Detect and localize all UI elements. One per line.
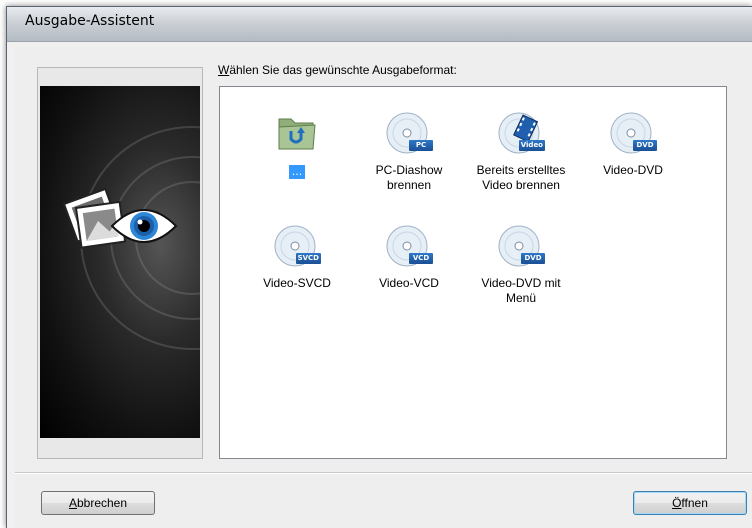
disc-film-icon: Video [497, 109, 545, 157]
open-button[interactable]: Öffnen [633, 491, 747, 515]
disc-icon: DVD [609, 109, 657, 157]
badge-video: Video [518, 140, 545, 151]
cancel-button[interactable]: Abbrechen [41, 491, 155, 515]
disc-icon: SVCD [273, 222, 321, 270]
badge-dvd: DVD [521, 253, 545, 264]
dialog-client-area: Wählen Sie das gewünschte Ausgabeformat:… [15, 47, 752, 528]
format-list[interactable]: ... PC PC-Diashow brennen Video Bereits … [219, 86, 727, 459]
disc-icon: DVD [497, 222, 545, 270]
badge-pc: PC [409, 140, 433, 151]
list-item-parent-folder[interactable]: ... [241, 109, 353, 179]
folder-up-icon [273, 109, 321, 157]
format-prompt-label: Wählen Sie das gewünschte Ausgabeformat: [218, 63, 457, 77]
list-item-label: Video-DVD [603, 163, 663, 177]
list-item-video-vcd[interactable]: VCD Video-VCD [353, 222, 465, 291]
list-item-video-svcd[interactable]: SVCD Video-SVCD [241, 222, 353, 291]
list-item-label: Video-DVD mit Menü [481, 276, 561, 305]
list-item-label: Video-SVCD [263, 276, 331, 290]
disc-icon: VCD [385, 222, 433, 270]
disc-icon: PC [385, 109, 433, 157]
list-item-existing-video[interactable]: Video Bereits erstelltes Video brennen [465, 109, 577, 193]
badge-svcd: SVCD [295, 253, 321, 264]
slideshow-eye-logo [40, 86, 200, 438]
badge-vcd: VCD [409, 253, 433, 264]
list-item-pc-slideshow[interactable]: PC PC-Diashow brennen [353, 109, 465, 193]
list-item-video-dvd[interactable]: DVD Video-DVD [577, 109, 689, 178]
list-item-label: PC-Diashow brennen [375, 163, 443, 192]
list-item-video-dvd-menu[interactable]: DVD Video-DVD mit Menü [465, 222, 577, 306]
side-banner [37, 67, 203, 459]
list-item-label: Bereits erstelltes Video brennen [476, 163, 566, 192]
output-wizard-window: Ausgabe-Assistent Wählen Sie das gewünsc… [6, 6, 752, 528]
footer-divider [15, 472, 752, 474]
badge-dvd: DVD [633, 140, 657, 151]
title-bar[interactable]: Ausgabe-Assistent [7, 7, 752, 42]
window-title: Ausgabe-Assistent [25, 13, 155, 29]
list-item-label: Video-VCD [379, 276, 439, 290]
list-item-label: ... [288, 165, 306, 179]
